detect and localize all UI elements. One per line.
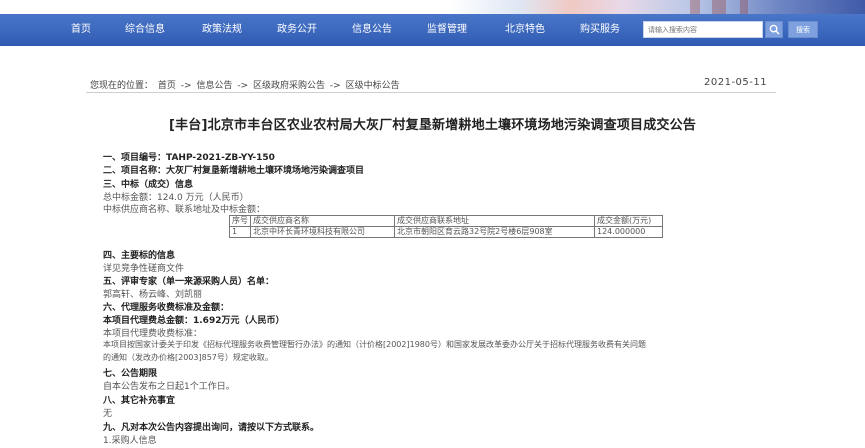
breadcrumb-separator: -> xyxy=(180,81,192,91)
table-header: 成交供应商名称 xyxy=(250,215,395,227)
notice-period-desc: 自本公告发布之日起1个工作日。 xyxy=(103,382,235,392)
table-header-row: 序号 成交供应商名称 成交供应商联系地址 成交金额(万元) xyxy=(229,215,663,227)
section-agency-fee: 六、代理服务收费标准及金额： xyxy=(103,303,230,313)
agency-fee-text: 本项目按国家计委关于印发《招标代理服务收费管理暂行办法》的通知（计价格[2002… xyxy=(103,340,646,349)
nav-item-gov-affairs[interactable]: 政务公开 xyxy=(274,14,320,46)
agency-fee-standard: 本项目代理费收费标准： xyxy=(103,329,203,339)
section-project-number: 一、项目编号：TAHP-2021-ZB-YY-150 xyxy=(103,153,275,163)
page-title: [丰台]北京市丰台区农业农村局大灰厂村复垦新增耕地土壤环境场地污染调查项目成交公… xyxy=(168,118,697,133)
nav-item-notices[interactable]: 信息公告 xyxy=(349,14,395,46)
table-cell: 北京中环长青环境科技有限公司 xyxy=(250,226,395,238)
banner-decoration xyxy=(712,0,726,14)
breadcrumb: 您现在的位置： 首页 -> 信息公告 -> 区级政府采购公告 -> 区级中标公告 xyxy=(90,78,402,91)
nav-item-purchase-service[interactable]: 购买服务 xyxy=(577,14,623,46)
search-input[interactable] xyxy=(643,21,763,38)
table-cell: 124.000000 xyxy=(594,226,663,238)
section-main-items: 四、主要标的信息 xyxy=(103,251,176,261)
section-contact: 九、凡对本次公告内容提出询问，请按以下方式联系。 xyxy=(103,423,320,433)
table-row: 1 北京中环长青环境科技有限公司 北京市朝阳区育云路32号院2号楼6层908室 … xyxy=(229,226,663,238)
section-notice-period: 七、公告期限 xyxy=(103,369,158,379)
breadcrumb-prefix: 您现在的位置： xyxy=(90,81,154,91)
breadcrumb-district-procurement[interactable]: 区级政府采购公告 xyxy=(253,81,325,91)
divider xyxy=(86,92,776,93)
nav-item-supervision[interactable]: 监督管理 xyxy=(424,14,470,46)
breadcrumb-separator: -> xyxy=(237,81,249,91)
breadcrumb-district-award[interactable]: 区级中标公告 xyxy=(346,81,400,91)
table-cell: 北京市朝阳区育云路32号院2号楼6层908室 xyxy=(394,226,595,238)
nav-item-general-info[interactable]: 综合信息 xyxy=(122,14,168,46)
section-other-matters: 八、其它补充事宜 xyxy=(103,396,176,406)
section-project-name: 二、项目名称：大灰厂村复垦新增耕地土壤环境场地污染调查项目 xyxy=(103,166,365,176)
search-icon[interactable] xyxy=(765,21,783,38)
table-cell: 1 xyxy=(229,226,251,238)
section-experts: 五、评审专家（单一来源采购人员）名单： xyxy=(103,277,275,287)
publish-date: 2021-05-11 xyxy=(704,77,768,88)
section-award-info: 三、中标（成交）信息 xyxy=(103,180,194,190)
agency-fee-text: 的通知（发改办价格[2003]857号）规定收取。 xyxy=(103,353,273,362)
other-matters-desc: 无 xyxy=(103,409,113,419)
contact-purchaser-info: 1.采购人信息 xyxy=(103,436,157,446)
agency-fee-total: 本项目代理费总金额：1.692万元（人民币） xyxy=(103,316,285,326)
award-description: 中标供应商名称、联系地址及中标金额： xyxy=(103,205,266,215)
breadcrumb-separator: -> xyxy=(329,81,341,91)
banner-decoration xyxy=(690,0,700,14)
experts-list: 郭高轩、杨云峰、刘凯丽 xyxy=(103,290,203,300)
table-header: 序号 xyxy=(229,215,251,227)
header-banner xyxy=(0,0,865,14)
table-header: 成交金额(万元) xyxy=(594,215,663,227)
breadcrumb-home[interactable]: 首页 xyxy=(158,81,176,91)
nav-item-policy[interactable]: 政策法规 xyxy=(199,14,245,46)
search-button[interactable]: 搜索 xyxy=(788,21,818,38)
main-items-desc: 详见竞争性磋商文件 xyxy=(103,264,185,274)
award-table: 序号 成交供应商名称 成交供应商联系地址 成交金额(万元) 1 北京中环长青环境… xyxy=(229,215,663,238)
nav-item-home[interactable]: 首页 xyxy=(64,14,98,46)
banner-decoration xyxy=(740,0,748,14)
nav-item-beijing-feature[interactable]: 北京特色 xyxy=(502,14,548,46)
breadcrumb-notices[interactable]: 信息公告 xyxy=(196,81,232,91)
table-header: 成交供应商联系地址 xyxy=(394,215,595,227)
